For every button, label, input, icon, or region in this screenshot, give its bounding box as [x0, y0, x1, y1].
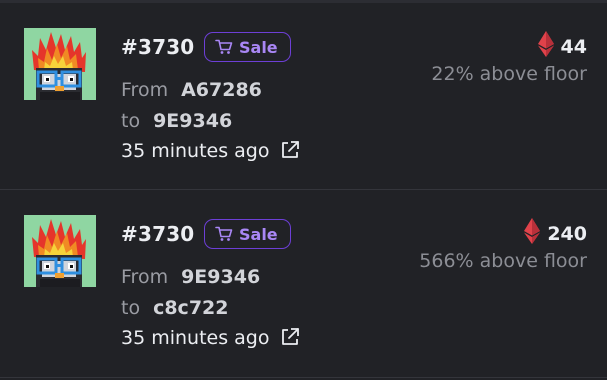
- badge-label: Sale: [239, 224, 278, 244]
- activity-feed: #3730 Sale From A67286 to 9E9346 35 minute…: [0, 0, 607, 380]
- price: 44: [537, 31, 587, 62]
- price: 240: [524, 218, 587, 249]
- to-label: to: [121, 297, 141, 319]
- from-label: From: [121, 266, 169, 288]
- price-value: 240: [547, 222, 587, 245]
- from-label: From: [121, 79, 169, 101]
- row-divider: [0, 189, 607, 190]
- from-line: From 9E9346: [121, 266, 260, 288]
- flaming-penguin-image: [24, 215, 96, 287]
- nft-thumbnail[interactable]: [24, 215, 96, 287]
- price-value: 44: [560, 35, 587, 58]
- to-line: to 9E9346: [121, 110, 232, 132]
- timestamp-line: 35 minutes ago: [121, 327, 300, 349]
- eth-diamond-icon: [524, 218, 541, 249]
- to-address-link[interactable]: 9E9346: [153, 110, 232, 132]
- row-divider: [0, 377, 607, 378]
- floor-comparison: 22% above floor: [431, 63, 587, 85]
- timestamp: 35 minutes ago: [121, 327, 270, 349]
- floor-comparison: 566% above floor: [419, 250, 587, 272]
- from-address-link[interactable]: A67286: [181, 79, 262, 101]
- token-id[interactable]: #3730: [121, 35, 194, 59]
- cart-icon: [215, 226, 233, 242]
- timestamp-line: 35 minutes ago: [121, 140, 300, 162]
- cart-icon: [215, 39, 233, 55]
- flaming-penguin-image: [24, 28, 96, 100]
- external-link-icon[interactable]: [280, 327, 300, 347]
- to-address-link[interactable]: c8c722: [153, 297, 228, 319]
- activity-row[interactable]: #3730 Sale From 9E9346 to c8c722 35 minute…: [0, 191, 607, 377]
- sale-badge: Sale: [204, 32, 291, 62]
- from-address-link[interactable]: 9E9346: [181, 266, 260, 288]
- token-id[interactable]: #3730: [121, 222, 194, 246]
- top-divider: [0, 0, 607, 3]
- activity-row[interactable]: #3730 Sale From A67286 to 9E9346 35 minute…: [0, 4, 607, 190]
- to-label: to: [121, 110, 141, 132]
- timestamp: 35 minutes ago: [121, 140, 270, 162]
- badge-label: Sale: [239, 37, 278, 57]
- to-line: to c8c722: [121, 297, 228, 319]
- nft-thumbnail[interactable]: [24, 28, 96, 100]
- external-link-icon[interactable]: [280, 140, 300, 160]
- sale-badge: Sale: [204, 219, 291, 249]
- eth-diamond-icon: [537, 31, 554, 62]
- from-line: From A67286: [121, 79, 262, 101]
